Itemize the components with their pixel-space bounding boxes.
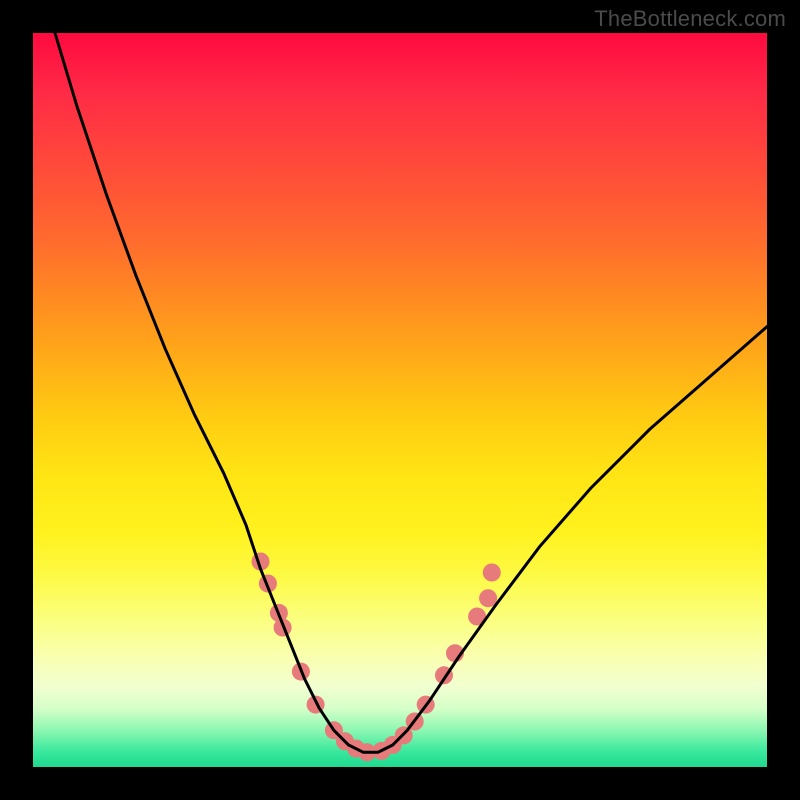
chart-markers: [252, 553, 501, 762]
chart-frame: TheBottleneck.com: [0, 0, 800, 800]
chart-marker: [483, 564, 501, 582]
chart-svg: [33, 33, 767, 767]
chart-plot-area: [33, 33, 767, 767]
watermark-text: TheBottleneck.com: [594, 6, 786, 32]
chart-curve: [55, 33, 767, 752]
